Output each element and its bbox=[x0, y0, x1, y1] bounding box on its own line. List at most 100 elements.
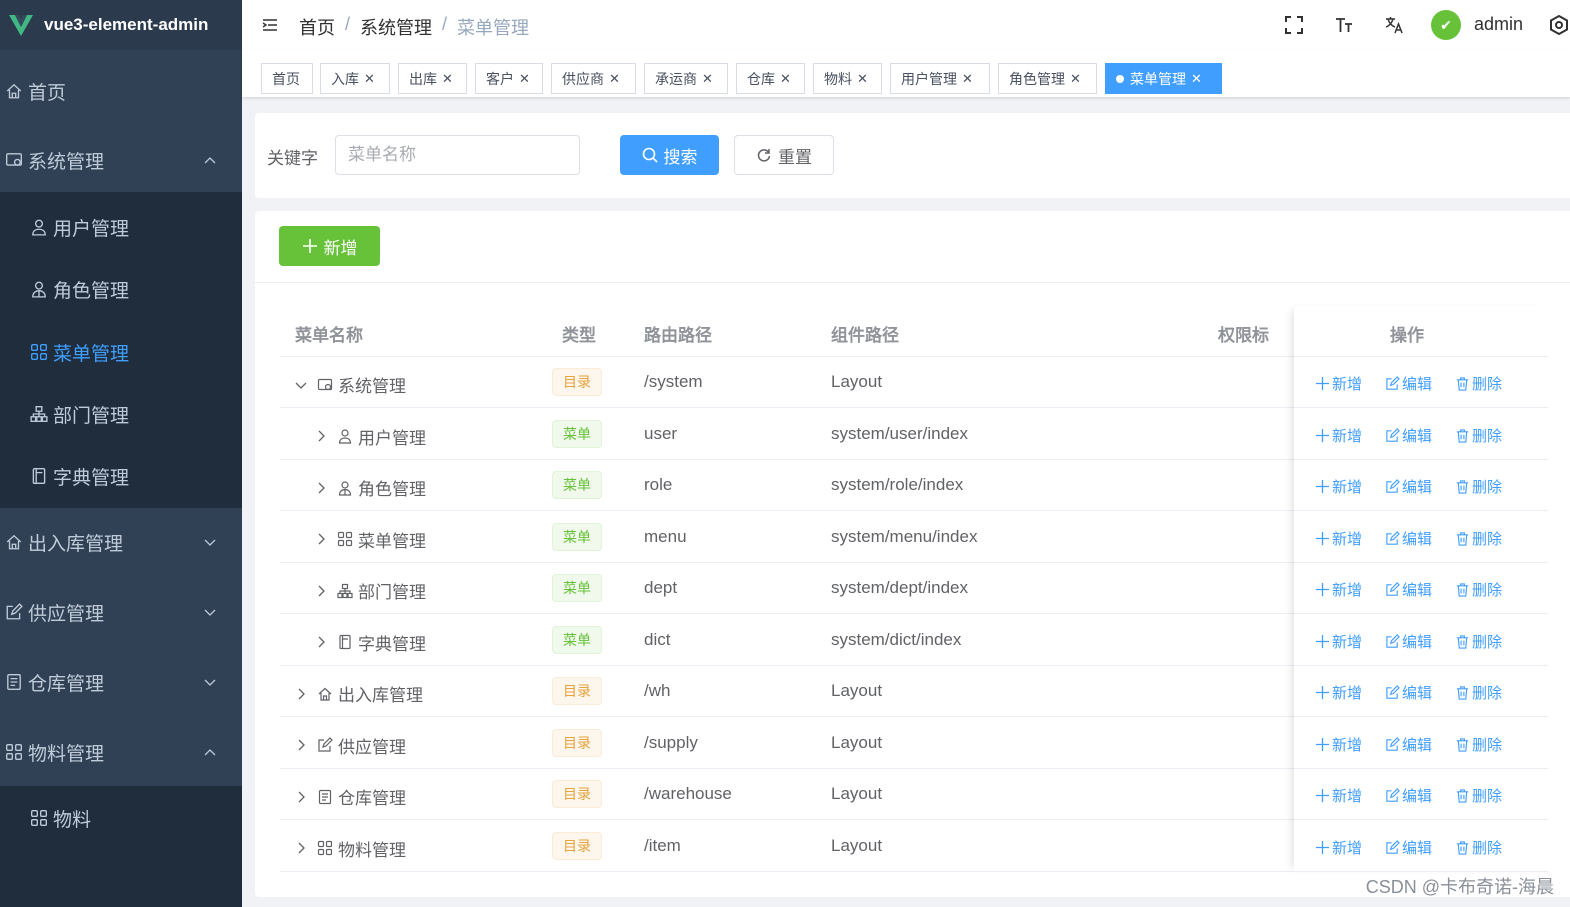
sidebar-item[interactable]: 物料管理 bbox=[0, 724, 242, 780]
tag-item[interactable]: 承运商 ✕ bbox=[644, 63, 728, 94]
menu-name: 仓库管理 bbox=[338, 789, 406, 808]
close-icon[interactable]: ✕ bbox=[609, 71, 620, 87]
sidebar-item[interactable]: 系统管理 bbox=[0, 132, 242, 188]
sidebar-item[interactable]: 物料 bbox=[0, 790, 242, 846]
tag-item[interactable]: 用户管理 ✕ bbox=[890, 63, 990, 94]
plus-icon bbox=[1315, 737, 1330, 751]
sidebar-item[interactable]: 菜单管理 bbox=[0, 324, 242, 380]
close-icon[interactable]: ✕ bbox=[962, 71, 973, 87]
settings-icon[interactable] bbox=[1549, 15, 1569, 35]
sidebar-item[interactable]: 角色管理 bbox=[0, 261, 242, 317]
chevron-right-icon[interactable] bbox=[315, 636, 327, 648]
route-path: /wh bbox=[644, 681, 671, 700]
sidebar-item[interactable]: 供应管理 bbox=[0, 584, 242, 640]
reset-button[interactable]: 重置 bbox=[734, 135, 834, 175]
row-edit-button[interactable]: 编辑 bbox=[1385, 373, 1432, 394]
row-delete-button[interactable]: 删除 bbox=[1455, 734, 1502, 755]
tag-item[interactable]: 出库 ✕ bbox=[398, 63, 467, 94]
row-delete-button[interactable]: 删除 bbox=[1455, 476, 1502, 497]
chevron-right-icon[interactable] bbox=[315, 533, 327, 545]
hamburger-icon[interactable] bbox=[262, 17, 278, 33]
row-edit-button[interactable]: 编辑 bbox=[1385, 734, 1432, 755]
row-add-button[interactable]: 新增 bbox=[1315, 785, 1362, 806]
avatar[interactable]: ✔ bbox=[1431, 10, 1461, 40]
tags-view: 首页 入库 ✕ 出库 ✕ 客户 ✕ 供应商 ✕ 承运商 ✕ 仓库 ✕ 物料 ✕ 用户管理 ✕ 角色管理 ✕ 菜单管理 ✕ bbox=[242, 50, 1570, 98]
row-delete-button[interactable]: 删除 bbox=[1455, 837, 1502, 858]
sidebar-item[interactable]: 出入库管理 bbox=[0, 514, 242, 570]
sidebar-item-label: 系统管理 bbox=[28, 151, 105, 173]
row-edit-button[interactable]: 编辑 bbox=[1385, 476, 1432, 497]
tag-item[interactable]: 供应商 ✕ bbox=[551, 63, 636, 94]
fullscreen-icon[interactable] bbox=[1284, 15, 1304, 35]
row-edit-button[interactable]: 编辑 bbox=[1385, 837, 1432, 858]
close-icon[interactable]: ✕ bbox=[857, 71, 868, 87]
chevron-right-icon[interactable] bbox=[315, 482, 327, 494]
menu-name-cell: 出入库管理 bbox=[295, 681, 423, 706]
sidebar-item[interactable]: 字典管理 bbox=[0, 448, 242, 504]
row-delete-button[interactable]: 删除 bbox=[1455, 682, 1502, 703]
chevron-right-icon[interactable] bbox=[315, 585, 327, 597]
row-edit-button[interactable]: 编辑 bbox=[1385, 682, 1432, 703]
row-delete-button[interactable]: 删除 bbox=[1455, 425, 1502, 446]
tag-item[interactable]: 角色管理 ✕ bbox=[998, 63, 1097, 94]
close-icon[interactable]: ✕ bbox=[702, 71, 713, 87]
chevron-right-icon[interactable] bbox=[295, 688, 307, 700]
close-icon[interactable]: ✕ bbox=[1191, 71, 1202, 87]
row-delete-button[interactable]: 删除 bbox=[1455, 785, 1502, 806]
language-icon[interactable] bbox=[1384, 15, 1404, 35]
row-add-button[interactable]: 新增 bbox=[1315, 631, 1362, 652]
row-delete-button[interactable]: 删除 bbox=[1455, 528, 1502, 549]
close-icon[interactable]: ✕ bbox=[442, 71, 453, 87]
username[interactable]: admin bbox=[1474, 14, 1523, 35]
row-delete-button[interactable]: 删除 bbox=[1455, 373, 1502, 394]
row-edit-button[interactable]: 编辑 bbox=[1385, 425, 1432, 446]
row-edit-button[interactable]: 编辑 bbox=[1385, 785, 1432, 806]
sidebar-item[interactable]: 部门管理 bbox=[0, 386, 242, 442]
tag-label: 仓库 bbox=[747, 70, 775, 87]
tag-item[interactable]: 仓库 ✕ bbox=[736, 63, 805, 94]
sidebar-item[interactable]: 用户管理 bbox=[0, 199, 242, 255]
row-edit-button[interactable]: 编辑 bbox=[1385, 631, 1432, 652]
keyword-input[interactable] bbox=[335, 135, 580, 175]
row-add-button[interactable]: 新增 bbox=[1315, 425, 1362, 446]
logo[interactable]: vue3-element-admin bbox=[0, 0, 242, 50]
row-add-button[interactable]: 新增 bbox=[1315, 682, 1362, 703]
sidebar-item[interactable]: 首页 bbox=[0, 63, 242, 119]
row-add-button[interactable]: 新增 bbox=[1315, 579, 1362, 600]
row-add-button[interactable]: 新增 bbox=[1315, 734, 1362, 755]
search-button[interactable]: 搜索 bbox=[620, 135, 719, 175]
row-add-button[interactable]: 新增 bbox=[1315, 837, 1362, 858]
chevron-down-icon[interactable] bbox=[295, 379, 307, 391]
close-icon[interactable]: ✕ bbox=[780, 71, 791, 87]
add-button[interactable]: 新增 bbox=[279, 226, 380, 266]
column-header-perm: 权限标 bbox=[1218, 326, 1269, 345]
tag-item[interactable]: 入库 ✕ bbox=[320, 63, 390, 94]
chevron-right-icon[interactable] bbox=[295, 739, 307, 751]
font-size-icon[interactable] bbox=[1334, 15, 1354, 35]
chevron-right-icon[interactable] bbox=[315, 430, 327, 442]
tag-item[interactable]: 客户 ✕ bbox=[475, 63, 543, 94]
row-add-button[interactable]: 新增 bbox=[1315, 528, 1362, 549]
chevron-right-icon[interactable] bbox=[295, 791, 307, 803]
row-add-button[interactable]: 新增 bbox=[1315, 373, 1362, 394]
row-delete-button[interactable]: 删除 bbox=[1455, 631, 1502, 652]
edit-icon bbox=[1386, 736, 1400, 751]
breadcrumb-item-system[interactable]: 系统管理 bbox=[360, 14, 432, 40]
tag-label: 物料 bbox=[824, 70, 852, 87]
close-icon[interactable]: ✕ bbox=[519, 71, 530, 87]
row-delete-label: 删除 bbox=[1472, 530, 1503, 548]
row-edit-button[interactable]: 编辑 bbox=[1385, 528, 1432, 549]
tag-item[interactable]: 物料 ✕ bbox=[813, 63, 882, 94]
chevron-right-icon[interactable] bbox=[295, 842, 307, 854]
close-icon[interactable]: ✕ bbox=[1070, 71, 1081, 87]
close-icon[interactable]: ✕ bbox=[364, 71, 375, 87]
breadcrumb-item-home[interactable]: 首页 bbox=[299, 14, 335, 40]
tag-item[interactable]: 首页 bbox=[261, 63, 313, 94]
sidebar-item[interactable]: 仓库管理 bbox=[0, 654, 242, 710]
dict-icon bbox=[339, 634, 351, 650]
tag-item[interactable]: 菜单管理 ✕ bbox=[1105, 63, 1222, 94]
row-delete-button[interactable]: 删除 bbox=[1455, 579, 1502, 600]
type-badge: 目录 bbox=[552, 677, 602, 705]
row-add-button[interactable]: 新增 bbox=[1315, 476, 1362, 497]
row-edit-button[interactable]: 编辑 bbox=[1385, 579, 1432, 600]
